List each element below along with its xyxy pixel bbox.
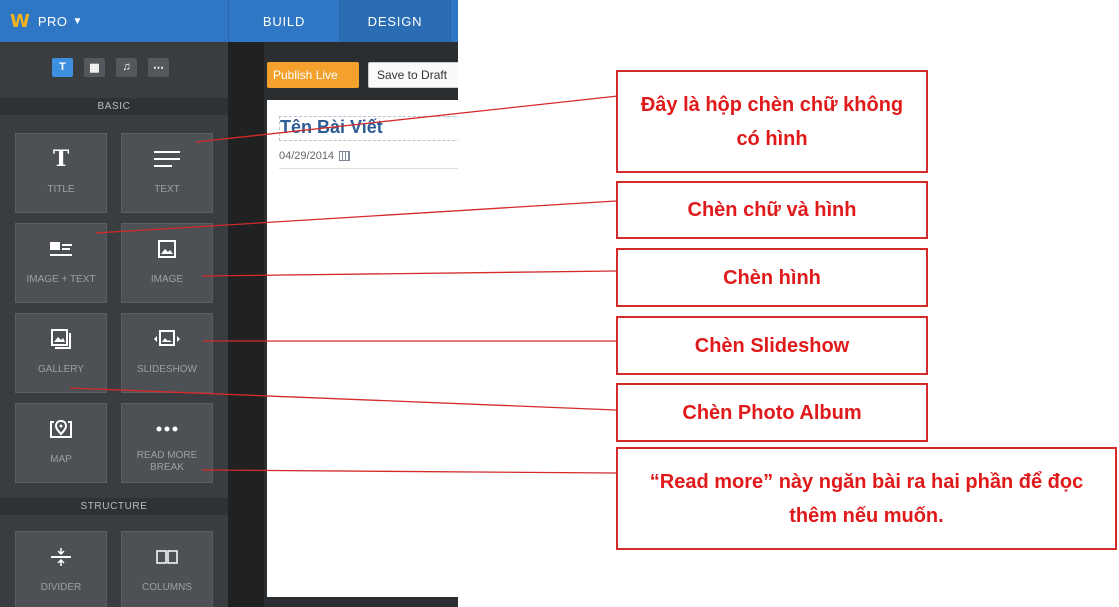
callout-image-text: Chèn chữ và hình xyxy=(616,181,928,239)
more-icon[interactable]: ⋯ xyxy=(148,57,169,77)
editor-screenshot: W PRO ▼ BUILD DESIGN T ▦ ♫ ⋯ BASIC T TIT… xyxy=(0,0,458,607)
element-gallery[interactable]: GALLERY xyxy=(15,313,107,393)
callout-read-more: “Read more” này ngăn bài ra hai phần để … xyxy=(616,447,1117,550)
plan-label: PRO xyxy=(37,13,68,29)
callout-image: Chèn hình xyxy=(616,248,928,307)
blog-post-page: Tên Bài Viết 04/29/2014 xyxy=(267,100,458,597)
element-label: DIVIDER xyxy=(40,582,82,593)
section-structure: STRUCTURE xyxy=(0,498,228,515)
element-label: GALLERY xyxy=(38,364,84,375)
top-bar: W PRO ▼ BUILD DESIGN xyxy=(0,0,458,42)
image-icon xyxy=(122,234,212,264)
element-columns[interactable]: COLUMNS xyxy=(121,531,213,607)
post-date: 04/29/2014 xyxy=(279,150,351,162)
post-title[interactable]: Tên Bài Viết xyxy=(279,116,458,141)
sidebar-toolbar: T ▦ ♫ ⋯ xyxy=(0,42,228,92)
publish-live-button[interactable]: Publish Live xyxy=(267,62,359,88)
nav-tabs: BUILD DESIGN xyxy=(228,0,458,42)
tab-build[interactable]: BUILD xyxy=(228,0,339,42)
callout-photo-album: Chèn Photo Album xyxy=(616,383,928,442)
element-label: READ MORE BREAK xyxy=(136,450,198,473)
element-image-text[interactable]: IMAGE + TEXT xyxy=(15,223,107,303)
text-lines-icon xyxy=(122,144,212,174)
element-image[interactable]: IMAGE xyxy=(121,223,213,303)
save-to-draft-button[interactable]: Save to Draft xyxy=(368,62,458,88)
calendar-icon[interactable] xyxy=(339,151,351,161)
element-label: TEXT xyxy=(154,184,180,195)
element-text[interactable]: TEXT xyxy=(121,133,213,213)
element-sidebar: T ▦ ♫ ⋯ BASIC T TITLE TEXT IMAGE + TEXT xyxy=(0,42,228,607)
slideshow-icon xyxy=(122,324,212,354)
weebly-logo-icon: W xyxy=(10,10,30,32)
canvas-gutter xyxy=(228,42,264,607)
element-label: IMAGE + TEXT xyxy=(26,274,96,285)
element-label: SLIDESHOW xyxy=(136,364,197,375)
music-icon[interactable]: ♫ xyxy=(116,57,137,77)
element-label: MAP xyxy=(50,454,72,465)
ellipsis-icon xyxy=(122,414,212,444)
element-label: IMAGE xyxy=(150,274,184,285)
columns-icon xyxy=(122,542,212,572)
text-icon[interactable]: T xyxy=(52,57,73,77)
post-date-text: 04/29/2014 xyxy=(279,150,335,162)
element-title[interactable]: T TITLE xyxy=(15,133,107,213)
layout-icon[interactable]: ▦ xyxy=(84,57,105,77)
element-slideshow[interactable]: SLIDESHOW xyxy=(121,313,213,393)
section-basic: BASIC xyxy=(0,98,228,115)
element-read-more-break[interactable]: READ MORE BREAK xyxy=(121,403,213,483)
divider-line xyxy=(279,168,458,169)
tab-design[interactable]: DESIGN xyxy=(339,0,450,42)
image-text-icon xyxy=(16,234,106,264)
map-pin-icon xyxy=(16,414,106,444)
element-label: COLUMNS xyxy=(141,582,192,593)
element-divider[interactable]: DIVIDER xyxy=(15,531,107,607)
gallery-icon xyxy=(16,324,106,354)
title-icon: T xyxy=(52,146,70,172)
callout-text-box: Đây là hộp chèn chữ không có hình xyxy=(616,70,928,173)
editor-canvas: Publish Live Save to Draft Tên Bài Viết … xyxy=(264,42,458,607)
plan-menu[interactable]: W PRO ▼ xyxy=(10,0,82,42)
tab-next[interactable] xyxy=(450,0,458,42)
element-label: TITLE xyxy=(47,184,75,195)
chevron-down-icon: ▼ xyxy=(72,15,83,27)
divider-icon xyxy=(16,542,106,572)
callout-slideshow: Chèn Slideshow xyxy=(616,316,928,375)
element-map[interactable]: MAP xyxy=(15,403,107,483)
